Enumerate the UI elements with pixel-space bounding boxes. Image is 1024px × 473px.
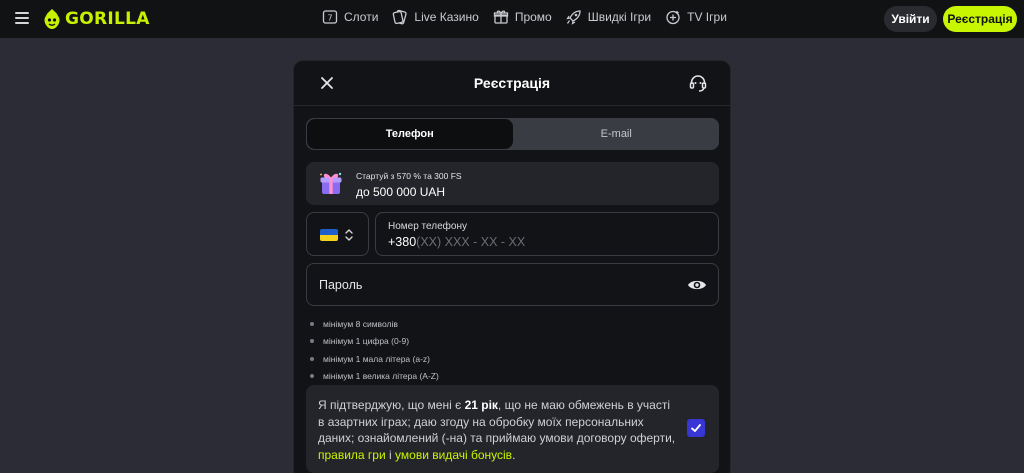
nav-live-casino[interactable]: Live Казино: [392, 9, 479, 25]
ukraine-flag-icon: [320, 229, 338, 241]
nav-live-casino-label: Live Казино: [414, 10, 479, 24]
rule-item: мінімум 1 цифра (0-9): [310, 333, 439, 351]
login-button[interactable]: Увійти: [884, 6, 937, 32]
logo[interactable]: GORILLA: [43, 8, 150, 30]
nav-slots[interactable]: 7 Слоти: [322, 9, 378, 25]
checkmark-icon: [691, 424, 701, 432]
gift-box-icon: [320, 172, 342, 194]
password-rules: мінімум 8 символів мінімум 1 цифра (0-9)…: [310, 315, 439, 385]
live-casino-icon: [393, 9, 408, 25]
nav-promo[interactable]: Промо: [493, 9, 552, 25]
game-rules-link[interactable]: правила гри: [318, 448, 386, 462]
phone-prefix: +380: [388, 235, 417, 249]
promo-amount: до 500 000 UAH: [356, 185, 446, 199]
rule-text: мінімум 1 цифра (0-9): [323, 336, 410, 347]
bullet-icon: [310, 356, 314, 361]
rule-text: мінімум 1 велика літера (A-Z): [323, 371, 439, 382]
phone-value: +380(XX) XXX - XX - XX: [388, 235, 525, 249]
consent-end: .: [512, 447, 516, 462]
phone-input[interactable]: Номер телефону +380(XX) XXX - XX - XX: [375, 212, 719, 256]
tab-email[interactable]: E-mail: [514, 118, 720, 150]
nav-fast-games-label: Швидкі Ігри: [587, 10, 652, 24]
consent-and: і: [385, 447, 396, 462]
registration-tabs: Телефон E-mail: [306, 118, 719, 150]
bullet-icon: [310, 374, 314, 379]
slots-icon: 7: [322, 10, 338, 24]
consent-checkbox[interactable]: [687, 419, 705, 437]
nav-tv-games[interactable]: TV Ігри: [665, 9, 727, 25]
register-button[interactable]: Реєстрація: [943, 6, 1017, 32]
rule-item: мінімум 8 символів: [310, 315, 439, 333]
main-nav: 7 Слоти Live Казино Промо Швидкі Ігри TV…: [322, 9, 727, 25]
country-selector[interactable]: [306, 212, 369, 256]
phone-mask: (XX) XXX - XX - XX: [416, 235, 526, 249]
tv-games-icon: [666, 10, 680, 25]
phone-label: Номер телефону: [388, 221, 467, 232]
modal-header: Реєстрація: [294, 61, 730, 106]
bullet-icon: [310, 339, 314, 344]
nav-promo-label: Промо: [514, 10, 552, 24]
consent-box: Я підтверджую, що мені є 21 рік, що не м…: [306, 385, 719, 473]
nav-slots-label: Слоти: [344, 10, 379, 24]
rule-text: мінімум 8 символів: [323, 318, 398, 329]
eye-icon[interactable]: [687, 277, 707, 293]
consent-text-before: Я підтверджую, що мені є: [318, 398, 465, 412]
rule-text: мінімум 1 мала літера (a-z): [323, 353, 430, 364]
promo-banner[interactable]: Стартуй з 570 % та 300 FS до 500 000 UAH: [306, 162, 719, 205]
gift-icon: [493, 10, 508, 24]
gorilla-logo-icon: [44, 9, 60, 29]
consent-age: 21 рік: [464, 398, 498, 412]
rocket-icon: [566, 10, 581, 25]
logo-text: GORILLA: [65, 9, 150, 29]
password-placeholder: Пароль: [319, 278, 363, 292]
promo-subtitle: Стартуй з 570 % та 300 FS: [356, 171, 462, 181]
support-icon[interactable]: [688, 73, 708, 93]
chevron-up-down-icon: [345, 229, 353, 241]
rule-item: мінімум 1 мала літера (a-z): [310, 350, 439, 368]
modal-title: Реєстрація: [473, 75, 551, 91]
tab-phone[interactable]: Телефон: [307, 119, 513, 149]
nav-tv-games-label: TV Ігри: [687, 10, 727, 24]
consent-text: Я підтверджую, що мені є 21 рік, що не м…: [318, 397, 678, 463]
top-bar: GORILLA 7 Слоти Live Казино Промо Швидкі…: [0, 0, 1024, 38]
password-input[interactable]: Пароль: [306, 263, 719, 306]
svg-text:7: 7: [327, 14, 332, 23]
bonus-terms-link[interactable]: умови видачі бонусів: [395, 448, 512, 462]
registration-modal: Реєстрація Телефон E-mail Стартуй з 570 …: [293, 60, 731, 473]
rule-item: мінімум 1 велика літера (A-Z): [310, 368, 439, 386]
nav-fast-games[interactable]: Швидкі Ігри: [566, 9, 651, 25]
bullet-icon: [310, 321, 314, 326]
menu-icon[interactable]: [15, 12, 29, 24]
